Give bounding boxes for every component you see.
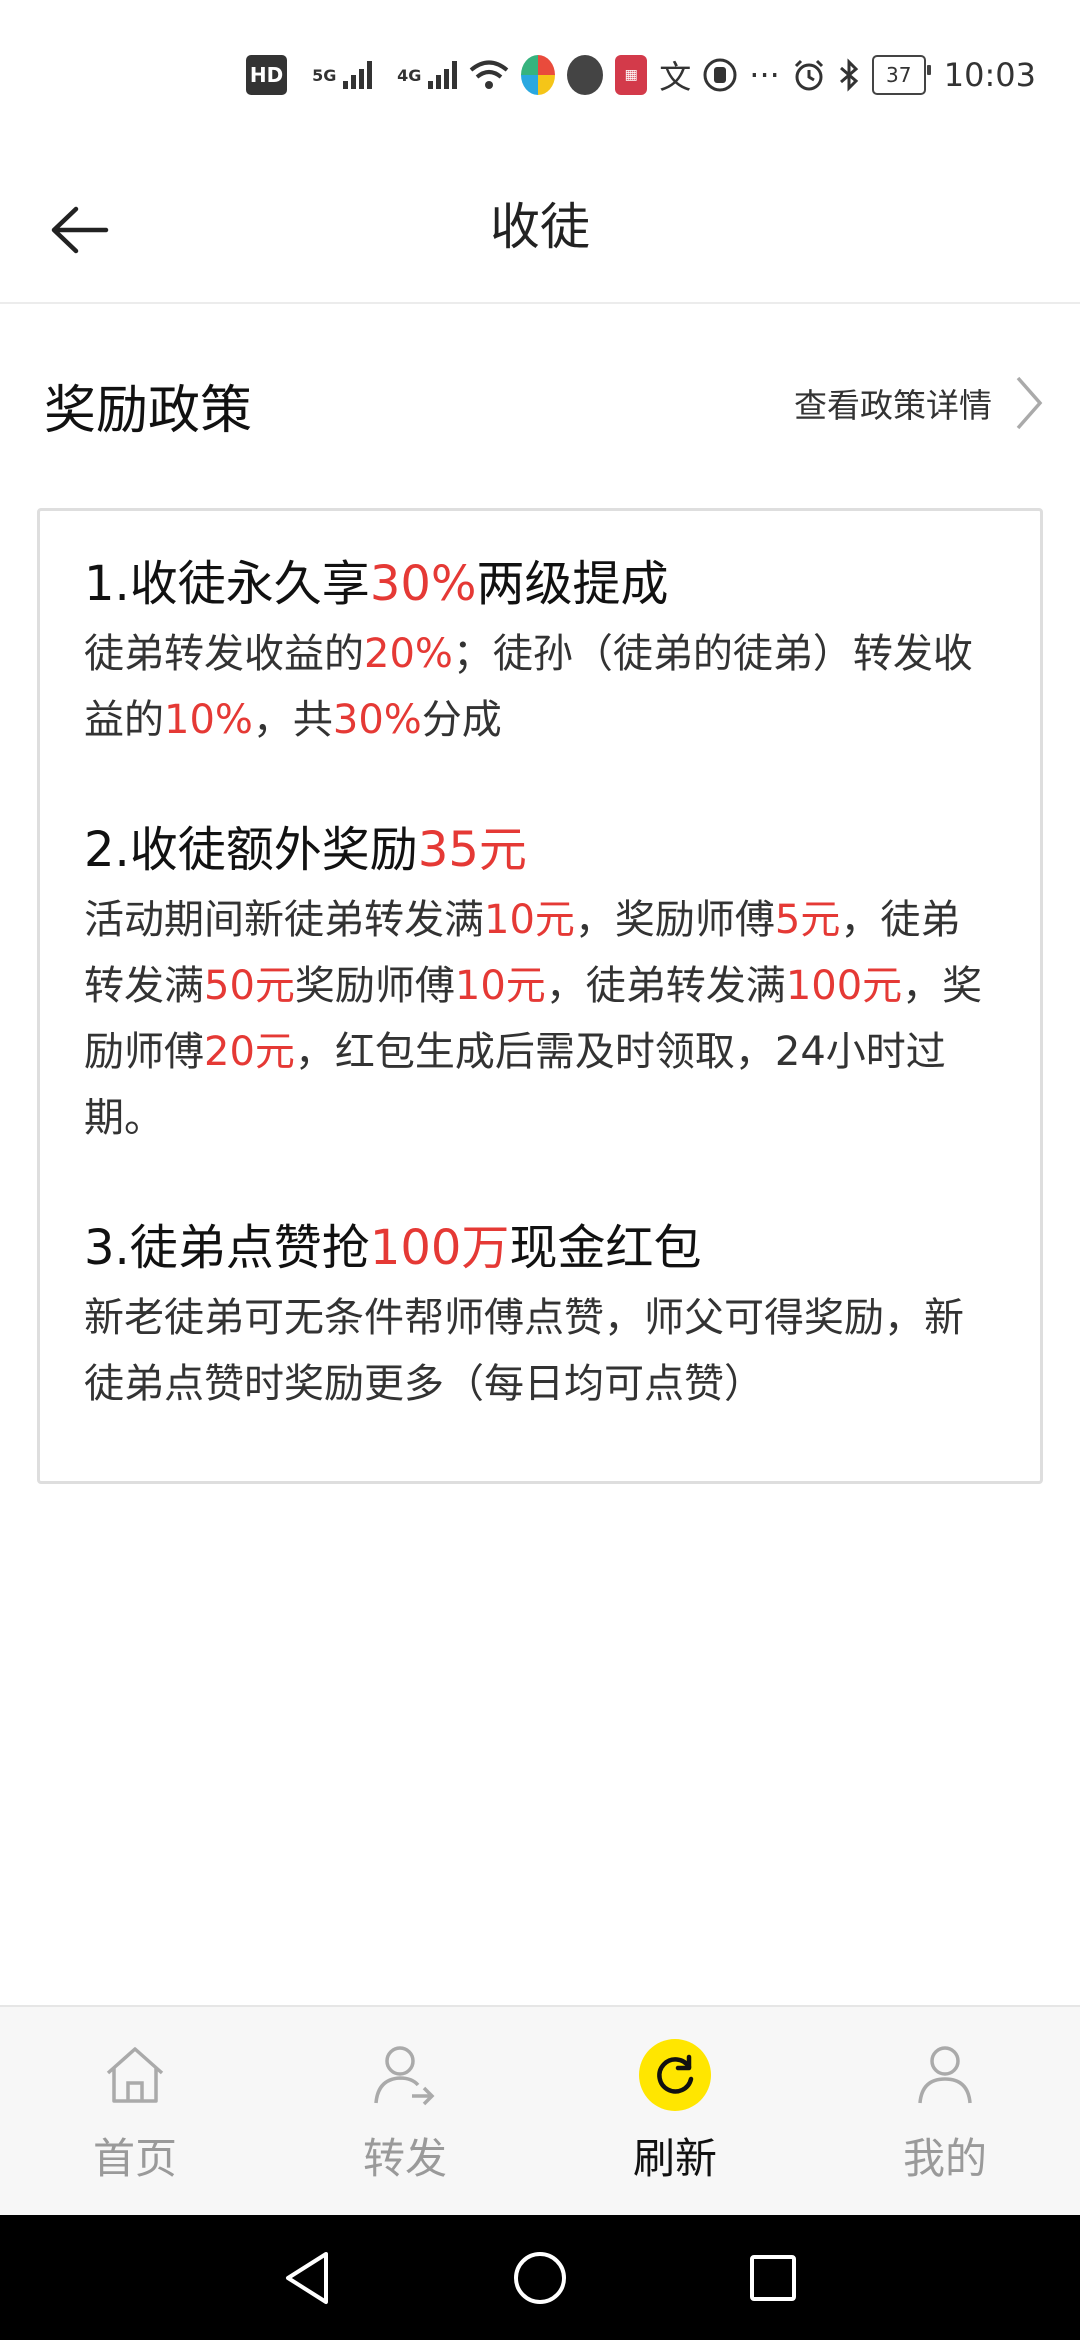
tab-home[interactable]: 首页 <box>0 2007 270 2215</box>
app-screen: HD 5G 4G ▦ 文 ··· 37 10:03 收徒 奖励政策 查看政策详情… <box>0 0 1080 2340</box>
body-highlight: 20元 <box>204 1029 295 1075</box>
policy-detail-label: 查看政策详情 <box>794 386 992 425</box>
share-user-icon <box>369 2039 441 2111</box>
translate-icon: 文 <box>659 58 692 96</box>
body-highlight: 5元 <box>774 897 841 943</box>
system-navigation-bar <box>0 2215 1080 2340</box>
title-highlight: 100万 <box>369 1220 510 1276</box>
circle-home-icon <box>513 2251 566 2304</box>
policy-item-body: 徒弟转发收益的20%；徒孙（徒弟的徒弟）转发收益的10%，共30%分成 <box>84 621 1000 753</box>
title-highlight: 30% <box>369 556 477 612</box>
body-text: 奖励师傅 <box>294 963 455 1009</box>
body-highlight: 10元 <box>484 897 575 943</box>
body-text: 活动期间新徒弟转发满 <box>84 897 484 943</box>
body-highlight: 30% <box>332 697 422 743</box>
body-highlight: 10元 <box>454 963 546 1009</box>
back-button[interactable] <box>40 190 120 270</box>
policy-item-title: 1.收徒永久享30%两级提成 <box>84 549 1000 619</box>
system-home-button[interactable] <box>500 2238 580 2318</box>
body-text: ，徒弟转发满 <box>545 963 786 1009</box>
triangle-back-icon <box>285 2251 328 2304</box>
battery-level: 37 <box>886 63 912 87</box>
title-text: 1.收徒永久享 <box>84 556 370 612</box>
policy-detail-link[interactable]: 查看政策详情 <box>794 374 1044 432</box>
battery-icon: 37 <box>871 55 931 95</box>
policy-item-body: 新老徒弟可无条件帮师傅点赞，师父可得奖励，新徒弟点赞时奖励更多（每日均可点赞） <box>84 1285 1000 1417</box>
system-recents-button[interactable] <box>733 2238 813 2318</box>
policy-item-title: 2.收徒额外奖励35元 <box>84 815 1000 885</box>
policy-section-title: 奖励政策 <box>44 381 253 441</box>
hand-icon <box>703 55 737 95</box>
4g-label: 4G <box>397 65 422 85</box>
page-title: 收徒 <box>490 198 590 256</box>
body-text: 新老徒弟可无条件帮师傅点赞，师父可得奖励，新徒弟点赞时奖励更多（每日均可点赞） <box>84 1295 964 1407</box>
body-text: 徒弟转发收益的 <box>84 631 364 677</box>
nav-bar: 收徒 <box>0 150 1080 304</box>
tab-label: 我的 <box>902 2134 987 2183</box>
app-notification-icon <box>521 55 556 95</box>
bottom-tab-bar: 首页 转发 刷新 我的 <box>0 2005 1080 2215</box>
calendar-app-icon: ▦ <box>615 55 648 95</box>
policy-item-title: 3.徒弟点赞抢100万现金红包 <box>84 1213 1000 1283</box>
tab-label: 转发 <box>362 2134 447 2183</box>
more-notifications-icon: ··· <box>749 56 780 94</box>
alarm-icon <box>792 55 826 95</box>
5g-signal-icon: 5G <box>299 55 349 95</box>
body-highlight: 50元 <box>204 963 295 1009</box>
status-bar: HD 5G 4G ▦ 文 ··· 37 10:03 <box>0 0 1080 150</box>
body-text: ，共 <box>252 697 333 743</box>
hd-voice-icon: HD <box>245 55 288 95</box>
body-highlight: 20% <box>364 631 453 677</box>
policy-header: 奖励政策 查看政策详情 <box>0 304 1080 504</box>
title-highlight: 35元 <box>417 822 527 878</box>
policy-item: 3.徒弟点赞抢100万现金红包 新老徒弟可无条件帮师傅点赞，师父可得奖励，新徒弟… <box>84 1213 1000 1417</box>
wifi-icon <box>469 55 509 95</box>
body-highlight: 100元 <box>785 963 903 1009</box>
title-text: 现金红包 <box>509 1220 702 1276</box>
body-text: ，奖励师傅 <box>574 897 775 943</box>
clock-time: 10:03 <box>943 56 1036 94</box>
policy-item-body: 活动期间新徒弟转发满10元，奖励师傅5元，徒弟转发满50元奖励师傅10元，徒弟转… <box>84 887 1000 1151</box>
policy-item: 1.收徒永久享30%两级提成 徒弟转发收益的20%；徒孙（徒弟的徒弟）转发收益的… <box>84 549 1000 753</box>
policy-card: 1.收徒永久享30%两级提成 徒弟转发收益的20%；徒孙（徒弟的徒弟）转发收益的… <box>37 508 1043 1484</box>
5g-label: 5G <box>312 65 337 85</box>
policy-item: 2.收徒额外奖励35元 活动期间新徒弟转发满10元，奖励师傅5元，徒弟转发满50… <box>84 815 1000 1151</box>
body-highlight: 10% <box>164 697 253 743</box>
title-text: 3.徒弟点赞抢 <box>84 1220 370 1276</box>
title-text: 2.收徒额外奖励 <box>84 822 418 878</box>
profile-icon <box>909 2039 981 2111</box>
signal-bars-icon <box>343 61 373 89</box>
message-icon <box>567 55 604 95</box>
4g-signal-icon: 4G <box>384 55 434 95</box>
refresh-icon <box>639 2039 711 2111</box>
home-icon <box>99 2039 171 2111</box>
tab-refresh[interactable]: 刷新 <box>540 2007 810 2215</box>
back-arrow-icon <box>51 206 109 254</box>
body-text: 分成 <box>421 697 502 743</box>
chevron-right-icon <box>1016 376 1043 430</box>
tab-mine[interactable]: 我的 <box>810 2007 1080 2215</box>
tab-label: 刷新 <box>632 2134 717 2183</box>
system-back-button[interactable] <box>267 2238 347 2318</box>
tab-share[interactable]: 转发 <box>270 2007 540 2215</box>
signal-bars-icon <box>428 61 458 89</box>
tab-label: 首页 <box>92 2134 177 2183</box>
square-recents-icon <box>750 2254 797 2301</box>
bluetooth-icon <box>838 55 860 95</box>
title-text: 两级提成 <box>476 556 669 612</box>
